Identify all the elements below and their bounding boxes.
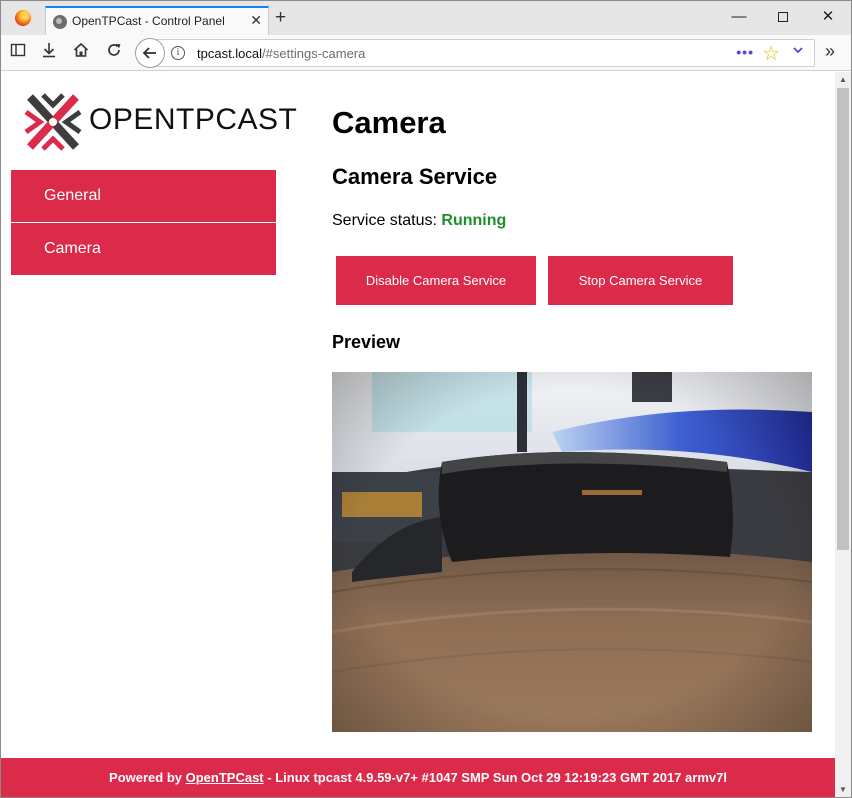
browser-window: OpenTPCast - Control Panel ✕ + — ✕ i tpc…: [0, 0, 852, 798]
sidebar-icon[interactable]: [7, 42, 29, 64]
logo-text: OPENTPCAST: [89, 103, 298, 136]
url-host: tpcast.local: [197, 46, 263, 61]
footer-system-info: - Linux tpcast 4.9.59-v7+ #1047 SMP Sun …: [267, 770, 727, 785]
window-close-icon[interactable]: ✕: [813, 7, 843, 27]
logo-mark-icon: [24, 93, 82, 151]
chevron-down-icon[interactable]: [792, 43, 804, 59]
sidebar-nav: General Camera: [11, 170, 276, 275]
scroll-thumb[interactable]: [837, 88, 849, 550]
vertical-scrollbar[interactable]: ▲ ▼: [835, 72, 851, 797]
home-icon[interactable]: [70, 42, 92, 64]
url-text[interactable]: tpcast.local/#settings-camera: [197, 46, 365, 61]
scroll-up-icon[interactable]: ▲: [835, 72, 851, 88]
maximize-icon[interactable]: [768, 7, 798, 27]
download-icon[interactable]: [38, 42, 60, 64]
title-bar: OpenTPCast - Control Panel ✕ + — ✕: [1, 1, 851, 35]
section-title: Camera Service: [332, 164, 498, 189]
address-bar[interactable]: i tpcast.local/#settings-camera ••• ☆: [151, 39, 815, 67]
back-arrow-icon[interactable]: [135, 38, 165, 68]
camera-preview-image: [332, 372, 812, 732]
disable-camera-service-button[interactable]: Disable Camera Service: [336, 256, 536, 305]
info-icon[interactable]: i: [171, 46, 185, 60]
preview-title: Preview: [332, 332, 401, 352]
minimize-icon[interactable]: —: [724, 7, 754, 27]
navigation-toolbar: i tpcast.local/#settings-camera ••• ☆ »: [1, 35, 851, 71]
page-footer: Powered by OpenTPCast - Linux tpcast 4.9…: [1, 758, 835, 797]
tab-title: OpenTPCast - Control Panel: [72, 14, 225, 28]
service-status: Service status: Running: [332, 212, 506, 230]
sidebar-item-camera[interactable]: Camera: [11, 222, 276, 275]
scroll-down-icon[interactable]: ▼: [835, 782, 851, 797]
page-title: Camera: [332, 105, 446, 140]
footer-link-opentpcast[interactable]: OpenTPCast: [186, 770, 264, 785]
url-path: /#settings-camera: [262, 46, 366, 61]
status-label: Service status:: [332, 212, 437, 229]
page-actions-icon[interactable]: •••: [736, 44, 754, 60]
star-icon[interactable]: ☆: [762, 41, 780, 66]
stop-camera-service-button[interactable]: Stop Camera Service: [548, 256, 733, 305]
footer-prefix: Powered by: [109, 770, 182, 785]
reload-icon[interactable]: [103, 42, 125, 64]
overflow-chevron-icon[interactable]: »: [825, 41, 835, 62]
firefox-logo-icon[interactable]: [15, 10, 31, 26]
close-icon[interactable]: ✕: [250, 13, 262, 27]
plus-icon[interactable]: +: [275, 8, 286, 27]
opentpcast-logo[interactable]: OPENTPCAST: [20, 89, 297, 155]
status-value: Running: [441, 212, 507, 229]
sidebar-item-general[interactable]: General: [11, 170, 276, 222]
browser-tab[interactable]: OpenTPCast - Control Panel ✕: [45, 6, 269, 35]
page-viewport: OPENTPCAST General Camera Camera Camera …: [1, 72, 835, 797]
globe-icon: [53, 15, 67, 29]
